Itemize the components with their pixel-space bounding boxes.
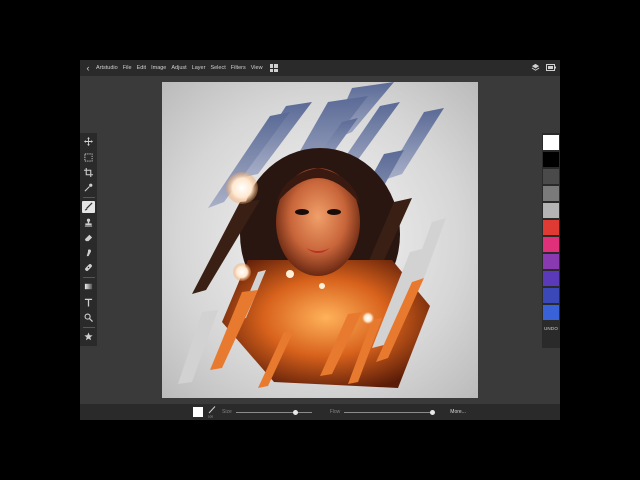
- menu-select[interactable]: Select: [210, 65, 225, 71]
- brush-preset-icon[interactable]: 100: [208, 406, 216, 419]
- swatch-light-gray[interactable]: [543, 203, 559, 218]
- swatch-purple[interactable]: [543, 254, 559, 269]
- menu-file[interactable]: File: [123, 65, 132, 71]
- swatch-pink[interactable]: [543, 237, 559, 252]
- swatch-dark-gray[interactable]: [543, 169, 559, 184]
- menu-view[interactable]: View: [251, 65, 263, 71]
- swatch-blue[interactable]: [543, 305, 559, 320]
- toolbar-divider: [82, 277, 95, 279]
- marquee-icon[interactable]: [82, 151, 95, 163]
- artstudio-app: ‹ Artstudio File Edit Image Adjust Layer…: [80, 60, 560, 420]
- text-icon[interactable]: [82, 296, 95, 308]
- toolbar-divider: [82, 326, 95, 328]
- swatch-indigo[interactable]: [543, 288, 559, 303]
- artwork-canvas[interactable]: [162, 82, 478, 398]
- menu-edit[interactable]: Edit: [137, 65, 146, 71]
- menu-filters[interactable]: Filters: [231, 65, 246, 71]
- flow-slider-knob[interactable]: [429, 409, 435, 415]
- gradient-icon[interactable]: [82, 281, 95, 293]
- more-button[interactable]: More...: [450, 409, 466, 415]
- brush-size-label: 100: [208, 415, 213, 419]
- artwork-image: [162, 82, 478, 398]
- swatch-violet[interactable]: [543, 271, 559, 286]
- back-chevron-icon[interactable]: ‹: [80, 63, 96, 73]
- menu-adjust[interactable]: Adjust: [171, 65, 186, 71]
- flow-slider[interactable]: [344, 409, 435, 415]
- size-slider-track: [235, 411, 312, 413]
- size-slider[interactable]: [235, 409, 312, 415]
- menu-image[interactable]: Image: [151, 65, 166, 71]
- color-swatch-palette: UNDO: [542, 133, 560, 348]
- swatch-white[interactable]: [543, 135, 559, 150]
- size-slider-knob[interactable]: [292, 409, 298, 415]
- zoom-icon[interactable]: [82, 312, 95, 324]
- current-color-box[interactable]: [193, 407, 203, 417]
- flow-slider-track: [344, 411, 435, 413]
- battery-icon: [546, 63, 556, 73]
- grid-view-icon[interactable]: [269, 64, 278, 72]
- toolbar-divider: [82, 197, 95, 198]
- brush-icon[interactable]: [82, 200, 95, 213]
- swatch-gray[interactable]: [543, 186, 559, 201]
- tool-palette: [80, 133, 97, 346]
- flow-label: Flow: [329, 409, 341, 415]
- eraser-icon[interactable]: [82, 231, 95, 243]
- smudge-icon[interactable]: [82, 247, 95, 259]
- brush-settings-bar: 100 Size Flow More...: [80, 404, 560, 420]
- eyedropper-icon[interactable]: [82, 182, 95, 194]
- crop-icon[interactable]: [82, 167, 95, 179]
- favorite-star-icon[interactable]: [82, 331, 95, 343]
- size-label: Size: [222, 409, 232, 415]
- layers-icon[interactable]: [531, 63, 540, 74]
- stamp-icon[interactable]: [82, 216, 95, 228]
- app-name-menu[interactable]: Artstudio: [96, 65, 118, 71]
- swatch-red[interactable]: [543, 220, 559, 235]
- swatch-black[interactable]: [543, 152, 559, 167]
- move-icon[interactable]: [82, 136, 95, 148]
- heal-icon[interactable]: [82, 262, 95, 274]
- menu-layer[interactable]: Layer: [192, 65, 206, 71]
- menu-bar: ‹ Artstudio File Edit Image Adjust Layer…: [80, 60, 560, 76]
- undo-button[interactable]: UNDO: [544, 326, 558, 331]
